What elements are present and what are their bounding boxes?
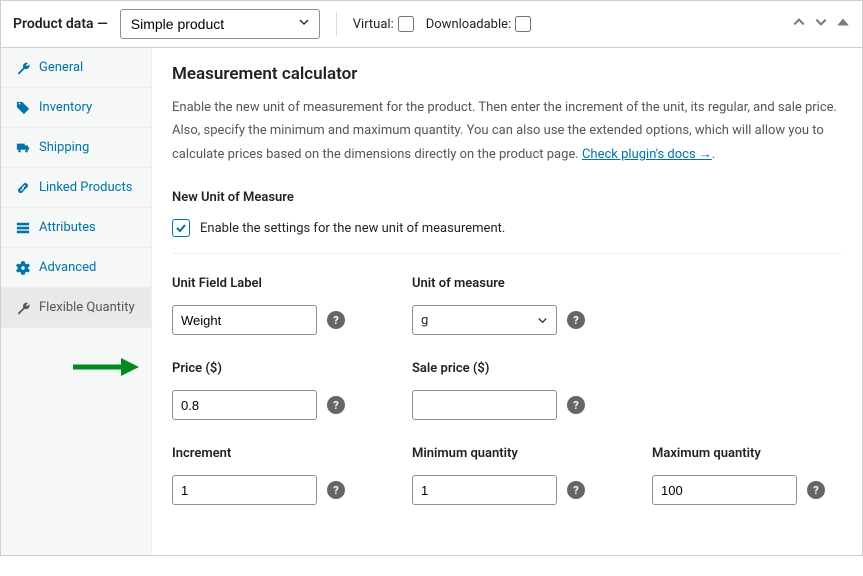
sale-price-input[interactable]: [412, 390, 557, 420]
divider: [172, 253, 842, 254]
list-icon: [15, 221, 31, 235]
max-qty-label: Maximum quantity: [652, 446, 842, 461]
chevron-down-icon: [537, 315, 548, 326]
help-icon[interactable]: ?: [327, 481, 345, 499]
sale-price-label: Sale price ($): [412, 361, 632, 376]
virtual-checkbox-wrap[interactable]: Virtual:: [353, 16, 414, 32]
sidebar-item-label: Linked Products: [39, 180, 132, 195]
triangle-up-icon[interactable]: [836, 15, 850, 33]
panel-header: Product data — Simple product Virtual: D…: [1, 1, 862, 48]
panel-body: General Inventory Shipping Linked Produc…: [1, 48, 862, 555]
sidebar-item-label: Inventory: [39, 100, 92, 115]
panel-title: Product data —: [13, 16, 108, 32]
field-min-qty: Minimum quantity ?: [412, 446, 632, 505]
product-data-panel: Product data — Simple product Virtual: D…: [0, 0, 863, 556]
virtual-checkbox[interactable]: [398, 16, 414, 32]
field-sale-price: Sale price ($) ?: [412, 361, 632, 420]
link-icon: [15, 181, 31, 195]
content-heading: Measurement calculator: [172, 64, 842, 84]
chevron-up-icon[interactable]: [792, 15, 806, 33]
sidebar-item-label: Shipping: [39, 140, 89, 155]
help-icon[interactable]: ?: [567, 396, 585, 414]
help-icon[interactable]: ?: [567, 481, 585, 499]
content-description: Enable the new unit of measurement for t…: [172, 96, 842, 166]
unit-measure-select[interactable]: g: [412, 305, 557, 335]
min-qty-input[interactable]: [412, 475, 557, 505]
pointer-arrow-wrap: [1, 328, 151, 382]
sidebar-item-general[interactable]: General: [1, 48, 151, 88]
downloadable-checkbox[interactable]: [515, 16, 531, 32]
checkbox-checked-icon[interactable]: [172, 219, 190, 237]
sidebar-item-attributes[interactable]: Attributes: [1, 208, 151, 248]
help-icon[interactable]: ?: [327, 311, 345, 329]
increment-label: Increment: [172, 446, 392, 461]
min-qty-label: Minimum quantity: [412, 446, 632, 461]
section-title: New Unit of Measure: [172, 190, 842, 205]
truck-icon: [15, 141, 31, 155]
tag-icon: [15, 101, 31, 115]
field-max-qty: Maximum quantity ?: [652, 446, 842, 505]
sidebar-item-label: Advanced: [39, 260, 96, 275]
product-type-dropdown[interactable]: Simple product: [120, 9, 320, 39]
gear-icon: [15, 261, 31, 275]
price-label: Price ($): [172, 361, 392, 376]
sidebar: General Inventory Shipping Linked Produc…: [1, 48, 152, 555]
increment-input[interactable]: [172, 475, 317, 505]
sidebar-item-inventory[interactable]: Inventory: [1, 88, 151, 128]
docs-link[interactable]: Check plugin's docs →: [582, 147, 712, 162]
desc-text: Enable the new unit of measurement for t…: [172, 100, 837, 162]
enable-checkbox-row[interactable]: Enable the settings for the new unit of …: [172, 219, 842, 237]
sidebar-item-shipping[interactable]: Shipping: [1, 128, 151, 168]
arrow-right-icon: [71, 356, 141, 378]
unit-field-label-input[interactable]: [172, 305, 317, 335]
downloadable-checkbox-wrap[interactable]: Downloadable:: [426, 16, 531, 32]
content-area: Measurement calculator Enable the new un…: [152, 48, 862, 555]
downloadable-label: Downloadable:: [426, 17, 511, 32]
field-unit-label: Unit Field Label ?: [172, 276, 392, 335]
sidebar-item-flexible-quantity[interactable]: Flexible Quantity: [1, 288, 151, 328]
help-icon[interactable]: ?: [327, 396, 345, 414]
unit-field-label-label: Unit Field Label: [172, 276, 392, 291]
wrench-icon: [15, 301, 31, 315]
unit-measure-value: g: [421, 313, 428, 328]
sidebar-item-label: Flexible Quantity: [39, 300, 135, 315]
price-input[interactable]: [172, 390, 317, 420]
panel-toggle-icons: [792, 15, 850, 33]
sidebar-item-linked[interactable]: Linked Products: [1, 168, 151, 208]
separator: [336, 12, 337, 36]
sidebar-item-label: General: [39, 60, 83, 75]
field-price: Price ($) ?: [172, 361, 392, 420]
product-type-select[interactable]: Simple product: [120, 9, 320, 39]
enable-checkbox-label: Enable the settings for the new unit of …: [200, 221, 505, 236]
wrench-icon: [15, 61, 31, 75]
unit-measure-label: Unit of measure: [412, 276, 632, 291]
max-qty-input[interactable]: [652, 475, 797, 505]
field-increment: Increment ?: [172, 446, 392, 505]
sidebar-item-advanced[interactable]: Advanced: [1, 248, 151, 288]
desc-after: .: [712, 147, 715, 162]
chevron-down-icon[interactable]: [814, 15, 828, 33]
sidebar-item-label: Attributes: [39, 220, 96, 235]
help-icon[interactable]: ?: [567, 311, 585, 329]
field-unit-measure: Unit of measure g ?: [412, 276, 632, 335]
help-icon[interactable]: ?: [807, 481, 825, 499]
virtual-label: Virtual:: [353, 17, 394, 32]
